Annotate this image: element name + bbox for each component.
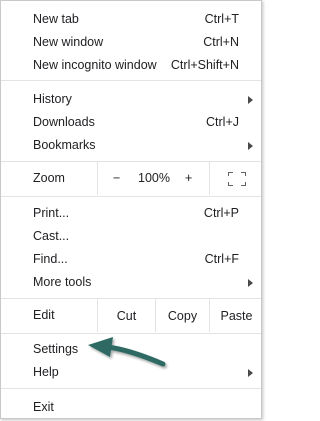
zoom-controls: − 100% + xyxy=(97,162,209,195)
submenu-arrow-icon xyxy=(248,279,253,287)
menu-item-label: History xyxy=(33,92,72,106)
zoom-out-button[interactable]: − xyxy=(113,171,120,185)
menu-item-label: Cast... xyxy=(33,229,70,243)
cut-label: Cut xyxy=(116,308,137,323)
menu-item-shortcut: Ctrl+N xyxy=(203,35,239,49)
menu-item-label: Exit xyxy=(33,400,54,414)
menu-item-print[interactable]: Print... Ctrl+P xyxy=(1,202,261,224)
browser-menu: New tab Ctrl+T New window Ctrl+N New inc… xyxy=(0,0,262,419)
menu-item-cast[interactable]: Cast... xyxy=(1,225,261,247)
menu-item-settings[interactable]: Settings xyxy=(1,338,261,360)
menu-item-label: Downloads xyxy=(33,115,95,129)
zoom-in-button[interactable]: + xyxy=(185,171,192,185)
menu-item-find[interactable]: Find... Ctrl+F xyxy=(1,248,261,270)
copy-label: Copy xyxy=(167,308,198,323)
menu-divider xyxy=(1,196,261,197)
edit-row: Edit Cut Copy Paste xyxy=(1,299,261,332)
menu-item-exit[interactable]: Exit xyxy=(1,396,261,418)
zoom-row: Zoom − 100% + xyxy=(1,162,261,195)
edit-label: Edit xyxy=(33,308,55,322)
menu-item-bookmarks[interactable]: Bookmarks xyxy=(1,134,261,156)
menu-item-new-incognito-window[interactable]: New incognito window Ctrl+Shift+N xyxy=(1,54,261,76)
menu-item-label: Bookmarks xyxy=(33,138,96,152)
menu-item-downloads[interactable]: Downloads Ctrl+J xyxy=(1,111,261,133)
menu-item-label: More tools xyxy=(33,275,92,289)
menu-item-shortcut: Ctrl+T xyxy=(204,12,239,26)
submenu-arrow-icon xyxy=(248,142,253,150)
zoom-label: Zoom xyxy=(33,171,65,185)
fullscreen-icon xyxy=(227,171,246,186)
paste-button[interactable]: Paste xyxy=(209,299,263,332)
submenu-arrow-icon xyxy=(248,369,253,377)
submenu-arrow-icon xyxy=(248,96,253,104)
menu-item-label: Help xyxy=(33,365,59,379)
menu-divider xyxy=(1,333,261,334)
fullscreen-button[interactable] xyxy=(209,162,263,195)
menu-divider xyxy=(1,388,261,389)
menu-item-label: Settings xyxy=(33,342,79,356)
menu-item-new-tab[interactable]: New tab Ctrl+T xyxy=(1,8,261,30)
cut-button[interactable]: Cut xyxy=(97,299,155,332)
menu-item-shortcut: Ctrl+F xyxy=(204,252,239,266)
copy-button[interactable]: Copy xyxy=(155,299,209,332)
menu-item-help[interactable]: Help xyxy=(1,361,261,383)
menu-item-label: Print... xyxy=(33,206,70,220)
menu-item-label: New incognito window xyxy=(33,58,157,72)
zoom-level: 100% xyxy=(138,171,170,185)
paste-label: Paste xyxy=(220,308,253,323)
menu-item-shortcut: Ctrl+J xyxy=(206,115,239,129)
menu-item-label: Find... xyxy=(33,252,68,266)
menu-item-shortcut: Ctrl+P xyxy=(203,206,239,220)
menu-divider xyxy=(1,80,261,81)
menu-item-label: New tab xyxy=(33,12,79,26)
menu-item-label: New window xyxy=(33,35,104,49)
menu-item-history[interactable]: History xyxy=(1,88,261,110)
menu-item-new-window[interactable]: New window Ctrl+N xyxy=(1,31,261,53)
menu-item-shortcut: Ctrl+Shift+N xyxy=(170,58,239,72)
menu-item-more-tools[interactable]: More tools xyxy=(1,271,261,293)
